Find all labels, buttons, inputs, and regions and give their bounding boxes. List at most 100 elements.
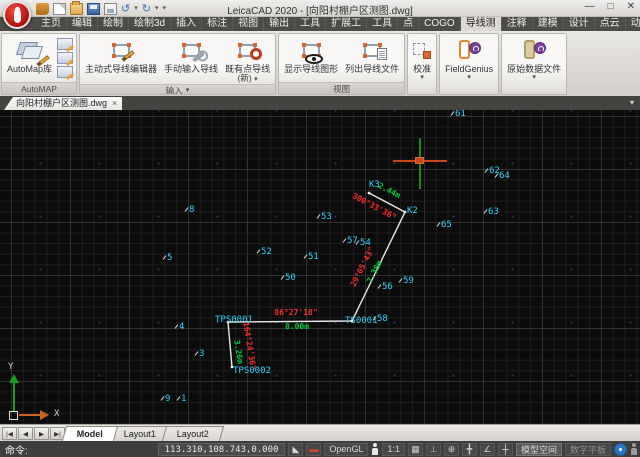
survey-point-59: 59 — [400, 277, 414, 286]
redo-icon[interactable]: ↻ — [142, 3, 151, 15]
sheet-tabs: ModelLayout1Layout2 — [69, 425, 222, 441]
point-marker-icon — [304, 254, 308, 259]
save-icon[interactable] — [87, 3, 100, 15]
qat-overflow-icon[interactable]: ▾ — [162, 3, 166, 15]
point-marker-icon — [317, 214, 321, 219]
raw-data-label: 原始数据文件 — [507, 64, 561, 74]
survey-point-61: 61 — [452, 110, 466, 119]
minimize-button[interactable]: — — [585, 1, 595, 12]
automap-layer3-icon[interactable] — [57, 66, 73, 78]
close-button[interactable]: ✕ — [627, 1, 635, 12]
raw-data-file-button[interactable]: 原始数据文件 ▾ — [504, 35, 564, 93]
ribbon-tab-标注[interactable]: 标注 — [202, 17, 233, 31]
tab-overflow-icon[interactable]: ▾ — [630, 98, 634, 107]
show-traverse-graphic-button[interactable]: 显示导线图形 — [281, 35, 341, 81]
model-space-button[interactable]: 模型空间 — [516, 443, 562, 456]
traverse-editor-button[interactable]: 主动式导线编辑器 — [82, 35, 160, 83]
list-traverse-file-button[interactable]: 列出导线文件 — [342, 35, 402, 81]
document-tab[interactable]: 向阳村棚户区测图.dwg × — [4, 97, 122, 110]
annotation-marker-icon[interactable]: ▬ — [306, 443, 321, 456]
ribbon-tab-点云[interactable]: 点云 — [595, 17, 626, 31]
manual-input-label: 手动输入导线 — [164, 64, 218, 74]
automap-group-label: AutoMAP — [2, 82, 76, 94]
redo-dropdown-icon[interactable]: ▾ — [155, 3, 159, 15]
fieldgenius-dropdown-icon: ▾ — [467, 74, 471, 81]
coordinate-display[interactable]: 113.310,108.743,0.000 — [158, 443, 286, 456]
document-tab-close-icon[interactable]: × — [112, 97, 117, 110]
input-group-label[interactable]: 输入▾ — [80, 84, 275, 95]
view-group-label: 视图 — [279, 82, 404, 94]
ribbon-tab-插入[interactable]: 插入 — [171, 17, 202, 31]
point-marker-icon — [399, 278, 403, 283]
new-file-icon[interactable] — [53, 3, 66, 15]
document-tab-label: 向阳村棚户区测图.dwg — [16, 97, 107, 110]
undo-icon[interactable]: ↺ — [121, 3, 130, 15]
ribbon-tab-建模[interactable]: 建模 — [533, 17, 564, 31]
survey-point-54: 54 — [357, 239, 371, 248]
undo-dropdown-icon[interactable]: ▾ — [134, 3, 138, 15]
ribbon-tab-动画[interactable]: 动画 — [626, 17, 640, 31]
ribbon: AutoMap库 AutoMAP 主动式导线编辑器 手动输入导线 — [0, 31, 640, 96]
hatch-icon[interactable]: ▦ — [408, 443, 423, 456]
plot-icon[interactable] — [104, 3, 117, 15]
survey-point-64: 64 — [496, 172, 510, 181]
app-logo-icon[interactable] — [3, 1, 31, 29]
sheet-tab-layout2[interactable]: Layout2 — [162, 426, 224, 441]
manual-input-traverse-button[interactable]: 手动输入导线 — [161, 35, 221, 83]
point-marker-icon — [195, 351, 199, 356]
traverse-editor-label: 主动式导线编辑器 — [85, 64, 157, 74]
leica-tool-icon[interactable] — [36, 3, 49, 15]
ribbon-tab-工具[interactable]: 工具 — [295, 17, 326, 31]
settings-gear-icon[interactable] — [614, 443, 627, 456]
ribbon-group-input: 主动式导线编辑器 手动输入导线 既有点导线 (新) ▾ 输入▾ — [79, 33, 276, 95]
ribbon-tab-主页[interactable]: 主页 — [36, 17, 67, 31]
digitizer-tablet-button[interactable]: 数字平板 — [565, 443, 611, 456]
traverse-distance-label-2: 8.00m — [285, 323, 309, 331]
automap-layer2-icon[interactable] — [57, 52, 73, 64]
point-marker-icon — [281, 275, 285, 280]
ribbon-tab-工具[interactable]: 工具 — [367, 17, 398, 31]
traverse-angle-label-2: 86°27'18" — [274, 309, 317, 317]
otrack-icon[interactable]: ∠ — [480, 443, 495, 456]
polar-tracking-icon[interactable]: ⊕ — [444, 443, 459, 456]
fieldgenius-button[interactable]: FieldGenius ▾ — [442, 35, 496, 93]
ribbon-tab-输出[interactable]: 输出 — [264, 17, 295, 31]
ribbon-tab-绘制[interactable]: 绘制 — [98, 17, 129, 31]
ribbon-tab-设计[interactable]: 设计 — [564, 17, 595, 31]
crosshair-icon[interactable]: ┼ — [498, 443, 513, 456]
automap-library-button[interactable]: AutoMap库 — [4, 35, 55, 81]
point-marker-icon — [163, 255, 167, 260]
person-presence-icon[interactable] — [371, 443, 379, 455]
calibrate-button[interactable]: 校准 ▾ — [410, 35, 434, 93]
point-marker-icon — [343, 238, 347, 243]
automap-layer1-icon[interactable] — [57, 38, 73, 50]
station-label-TS0001: TS0001 — [345, 317, 378, 326]
existing-point-traverse-button[interactable]: 既有点导线 (新) ▾ — [222, 35, 273, 83]
drafting-triangle-icon[interactable]: ◣ — [288, 443, 303, 456]
command-prompt[interactable]: 命令: — [2, 442, 155, 457]
drawing-canvas[interactable]: Y X 300°33'36"2.44m29°05'43"7.38m86°27'1… — [0, 110, 640, 424]
ribbon-tab-导线测[interactable]: 导线测 — [461, 17, 502, 31]
sheet-nav-next-icon[interactable]: ▶ — [34, 427, 49, 440]
opengl-button[interactable]: OpenGL — [324, 443, 368, 456]
sheet-tab-model[interactable]: Model — [62, 426, 118, 441]
ribbon-tab-视图[interactable]: 视图 — [233, 17, 264, 31]
user-profile-icon[interactable] — [630, 443, 638, 455]
traverse-lines — [0, 110, 640, 424]
ribbon-tab-编辑[interactable]: 编辑 — [67, 17, 98, 31]
osnap-icon[interactable]: ╋ — [462, 443, 477, 456]
station-label-K2: K2 — [407, 207, 418, 216]
ribbon-tab-注释[interactable]: 注释 — [502, 17, 533, 31]
ortho-icon[interactable]: ⊥ — [426, 443, 441, 456]
ribbon-tab-点[interactable]: 点 — [398, 17, 419, 31]
fieldgenius-label: FieldGenius — [445, 64, 493, 74]
ribbon-tab-COGO[interactable]: COGO — [419, 17, 461, 31]
sheet-nav-previous-icon[interactable]: ◀ — [18, 427, 33, 440]
ribbon-tab-扩展工[interactable]: 扩展工 — [326, 17, 367, 31]
point-marker-icon — [185, 207, 189, 212]
sheet-nav-first-icon[interactable]: |◀ — [2, 427, 17, 440]
annotation-scale-button[interactable]: 1:1 — [382, 443, 405, 456]
maximize-button[interactable]: □ — [608, 1, 614, 12]
open-file-icon[interactable] — [70, 3, 83, 15]
ribbon-tab-绘制3d[interactable]: 绘制3d — [129, 17, 171, 31]
